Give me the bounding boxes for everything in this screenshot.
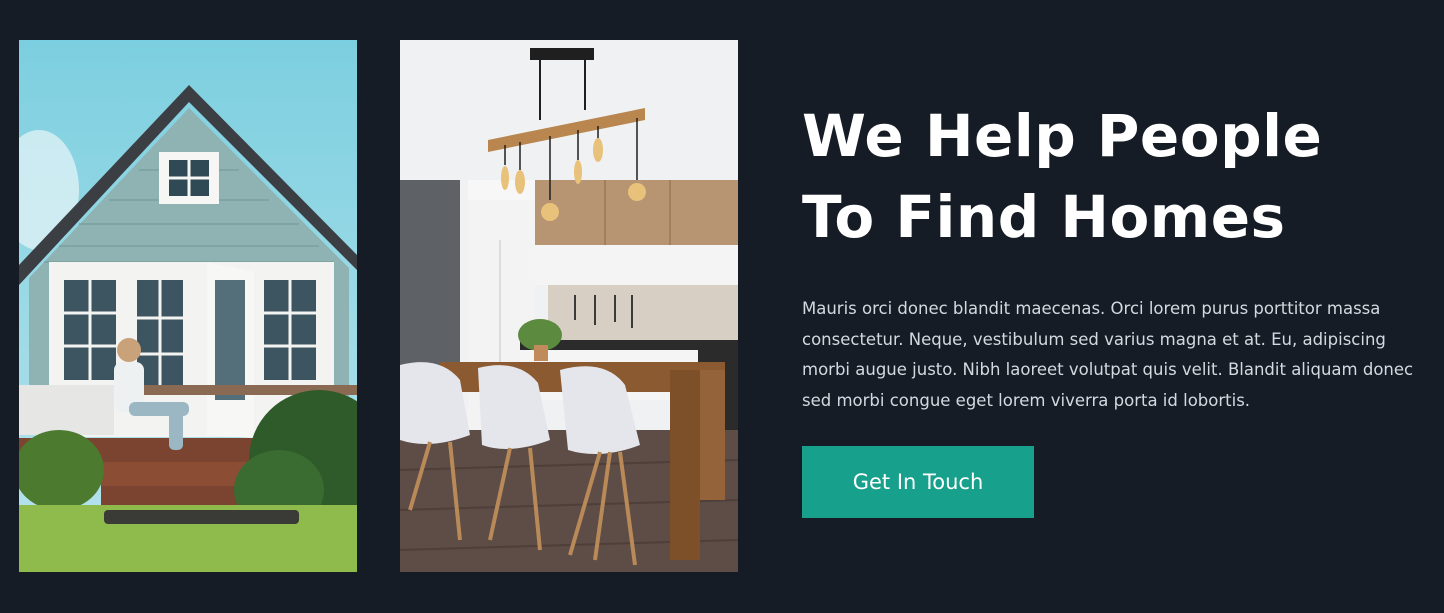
hero-description: Mauris orci donec blandit maecenas. Orci… bbox=[802, 299, 1414, 410]
get-in-touch-button[interactable]: Get In Touch bbox=[802, 446, 1034, 518]
hero-section: We Help People To Find Homes Mauris orci… bbox=[0, 0, 1444, 613]
headline-line-2: To Find Homes bbox=[802, 183, 1286, 251]
house-photo bbox=[19, 40, 357, 572]
headline-line-1: We Help People bbox=[802, 102, 1323, 170]
hero-content: We Help People To Find Homes Mauris orci… bbox=[802, 96, 1432, 416]
kitchen-photo bbox=[400, 40, 738, 572]
hero-headline: We Help People To Find Homes bbox=[802, 96, 1432, 258]
